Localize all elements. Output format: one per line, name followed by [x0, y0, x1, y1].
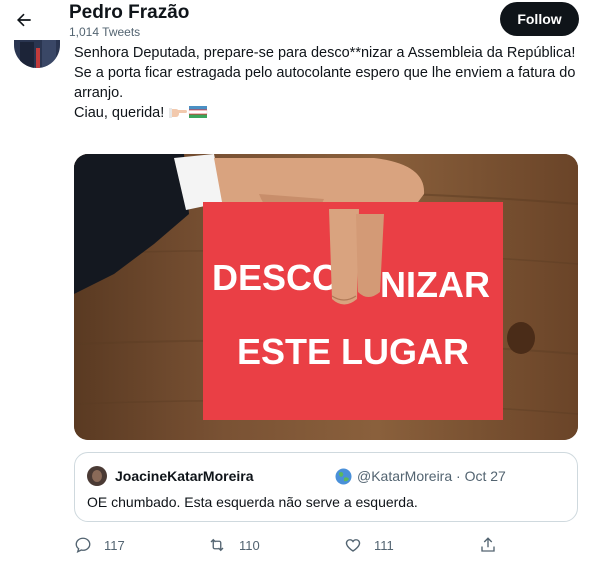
retweet-count: 110	[239, 537, 260, 553]
tweet-line-text: Ciau, querida!	[74, 105, 165, 121]
follow-button[interactable]: Follow	[500, 2, 579, 36]
share-icon	[481, 537, 495, 552]
sign-text-left: DESCO	[212, 257, 340, 298]
tweet-line: Ciau, querida!	[74, 103, 584, 125]
quote-author-name[interactable]: JoacineKatarMoreira	[115, 468, 254, 484]
pointing-hand-icon	[168, 105, 188, 125]
tweet-media-image[interactable]: DESCO NIZAR ESTE LUGAR	[74, 154, 578, 440]
quote-handle[interactable]: @KatarMoreira · Oct 27	[357, 468, 506, 484]
tweet-line: Senhora Deputada, prepare-se para desco*…	[74, 45, 576, 61]
sign-text-right: NIZAR	[380, 264, 490, 305]
reply-count: 117	[104, 537, 125, 553]
reply-icon	[75, 537, 91, 554]
quote-text: OE chumbado. Esta esquerda não serve a e…	[87, 494, 418, 510]
retweet-icon	[210, 538, 224, 552]
reply-button[interactable]: 117	[74, 530, 125, 560]
back-button[interactable]	[10, 6, 38, 34]
tweet-count: 1,014 Tweets	[69, 25, 141, 39]
tweet-actions: 117 110 111	[74, 530, 578, 560]
heart-icon	[345, 539, 361, 552]
profile-header: Pedro Frazão 1,014 Tweets Follow	[0, 0, 595, 40]
retweet-button[interactable]: 110	[207, 530, 260, 560]
quote-avatar[interactable]	[87, 466, 107, 486]
flag-icon	[188, 105, 208, 125]
sign-text-line2: ESTE LUGAR	[237, 331, 469, 372]
tweet-line: Se a porta ficar estragada pelo autocola…	[74, 65, 576, 101]
profile-name: Pedro Frazão	[69, 2, 190, 23]
quoted-tweet[interactable]: JoacineKatarMoreira @KatarMoreira · Oct …	[74, 452, 578, 522]
globe-icon	[335, 468, 352, 490]
arrow-left-icon	[17, 13, 31, 27]
tweet-text: Senhora Deputada, prepare-se para desco*…	[74, 43, 584, 125]
like-button[interactable]: 111	[344, 530, 394, 560]
like-count: 111	[374, 537, 394, 553]
share-button[interactable]	[479, 530, 497, 560]
